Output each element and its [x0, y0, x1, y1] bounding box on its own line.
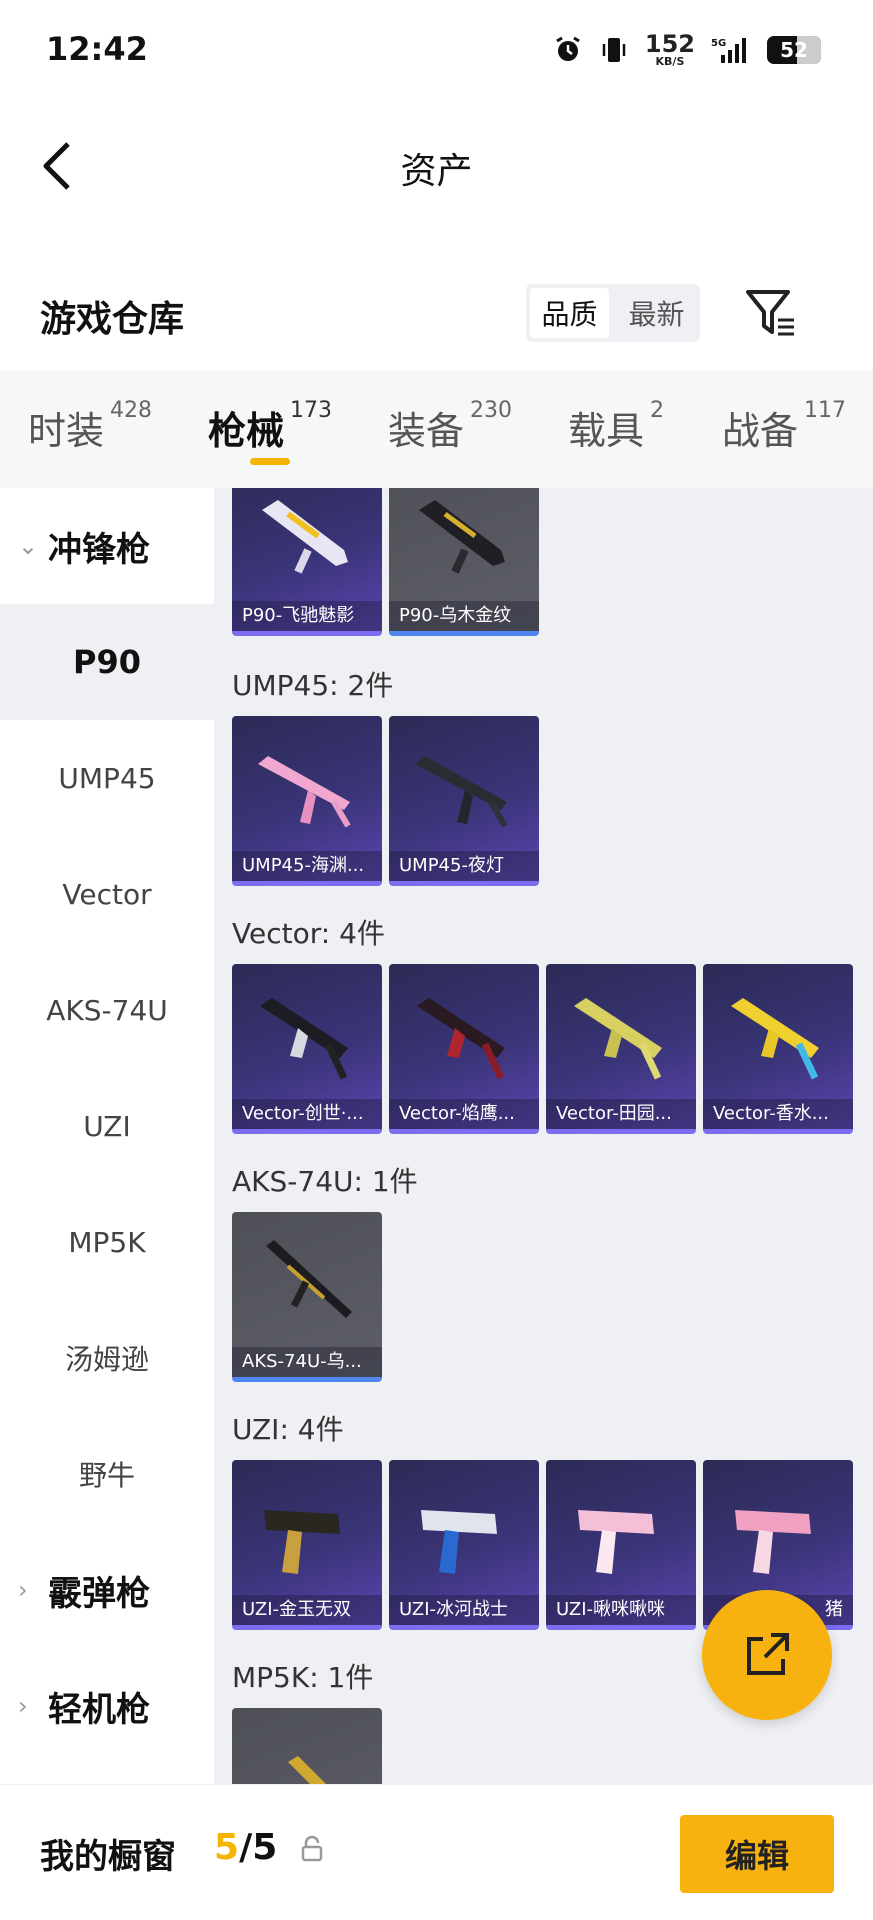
svg-text:5G: 5G [711, 38, 726, 49]
weapon-card[interactable]: UMP45-夜灯 [389, 716, 539, 886]
share-icon [747, 1633, 789, 1675]
uzi-skin-image [735, 1510, 811, 1574]
uzi-skin-image [578, 1510, 654, 1574]
p90-skin-image [419, 500, 505, 574]
tab-supplies[interactable]: 战备 117 [722, 398, 846, 455]
chevron-right-icon: › [18, 1576, 28, 1604]
sort-newest-option[interactable]: 最新 [617, 288, 696, 338]
p90-skin-image [262, 500, 348, 574]
vector-skin-image [417, 998, 505, 1080]
active-tab-indicator [250, 458, 290, 465]
weapon-card[interactable]: Vector-焰鹰... [389, 964, 539, 1134]
weapon-card[interactable]: UZI-啾咪啾咪 [546, 1460, 696, 1630]
vector-skin-image [731, 998, 819, 1080]
filter-icon[interactable] [744, 286, 800, 340]
sidebar-item-bizon[interactable]: 野牛 [0, 1416, 214, 1532]
weapon-card[interactable]: P90-飞驰魅影 [232, 488, 382, 636]
sidebar-item-p90[interactable]: P90 [0, 604, 214, 720]
weapon-card[interactable]: UZI-金玉无双 [232, 1460, 382, 1630]
weapon-category-sidebar: ⌄ 冲锋枪 P90 UMP45 Vector AKS-74U UZI MP5K … [0, 488, 214, 1784]
weapon-card[interactable]: Vector-田园... [546, 964, 696, 1134]
edit-button[interactable]: 编辑 [680, 1815, 834, 1893]
sidebar-group-smg[interactable]: ⌄ 冲锋枪 [0, 488, 214, 604]
alarm-icon [556, 36, 580, 61]
net-speed: 152 KB/S [644, 30, 695, 68]
showcase-bar: 我的橱窗 5/5 编辑 [0, 1784, 873, 1920]
aks74u-skin-image [266, 1240, 352, 1318]
group-title-ump45: UMP45: 2件 [232, 669, 394, 702]
battery-indicator: 52 [767, 35, 821, 64]
group-title-uzi: UZI: 4件 [232, 1413, 344, 1446]
weapon-card[interactable]: Vector-香水... [703, 964, 853, 1134]
sidebar-item-uzi[interactable]: UZI [0, 1068, 214, 1184]
sidebar-group-lmg[interactable]: › 轻机枪 [0, 1648, 214, 1764]
weapon-card[interactable]: AKS-74U-乌... [232, 1212, 382, 1382]
weapon-card[interactable]: Vector-创世·... [232, 964, 382, 1134]
sidebar-group-shotgun[interactable]: › 霰弹枪 [0, 1532, 214, 1648]
tab-firearms[interactable]: 枪械 173 [208, 398, 332, 455]
tab-fashion[interactable]: 时装 428 [28, 398, 152, 455]
chevron-down-icon: ⌄ [18, 532, 39, 560]
clock: 12:42 [46, 30, 148, 68]
sidebar-item-thompson[interactable]: 汤姆逊 [0, 1300, 214, 1416]
share-button[interactable] [702, 1590, 832, 1720]
weapon-card[interactable] [232, 1708, 382, 1784]
vector-skin-image [574, 998, 662, 1080]
lock-icon [301, 1835, 323, 1862]
tab-vehicles[interactable]: 载具 2 [568, 398, 664, 455]
sidebar-item-ump45[interactable]: UMP45 [0, 720, 214, 836]
category-tabs: 时装 428 枪械 173 装备 230 载具 2 战备 117 [0, 370, 873, 488]
sidebar-item-mp5k[interactable]: MP5K [0, 1184, 214, 1300]
ump45-skin-image [415, 756, 508, 828]
mp5k-skin-image [288, 1756, 326, 1784]
sort-quality-option[interactable]: 品质 [530, 288, 609, 338]
warehouse-title: 游戏仓库 [40, 299, 185, 340]
ump45-skin-image [258, 756, 351, 828]
weapon-card[interactable]: P90-乌木金纹 [389, 488, 539, 636]
vibrate-icon [602, 37, 626, 62]
sidebar-item-aks74u[interactable]: AKS-74U [0, 952, 214, 1068]
weapon-card[interactable]: UMP45-海渊... [232, 716, 382, 886]
status-bar: 12:42 152 KB/S 5G 52 [0, 0, 873, 104]
uzi-skin-image [264, 1510, 340, 1574]
chevron-right-icon: › [18, 1692, 28, 1720]
tab-equipment[interactable]: 装备 230 [388, 398, 512, 455]
sidebar-item-vector[interactable]: Vector [0, 836, 214, 952]
signal-5g-icon: 5G [711, 37, 746, 63]
group-title-vector: Vector: 4件 [232, 917, 385, 950]
showcase-label: 我的橱窗 [40, 1837, 176, 1877]
sort-toggle: 品质 最新 [526, 284, 700, 342]
vector-skin-image [260, 998, 348, 1080]
group-title-mp5k: MP5K: 1件 [232, 1661, 374, 1694]
group-title-aks74u: AKS-74U: 1件 [232, 1165, 418, 1198]
showcase-count: 5/5 [214, 1827, 278, 1868]
weapon-card[interactable]: UZI-冰河战士 [389, 1460, 539, 1630]
uzi-skin-image [421, 1510, 497, 1574]
page-title: 资产 [400, 151, 473, 192]
